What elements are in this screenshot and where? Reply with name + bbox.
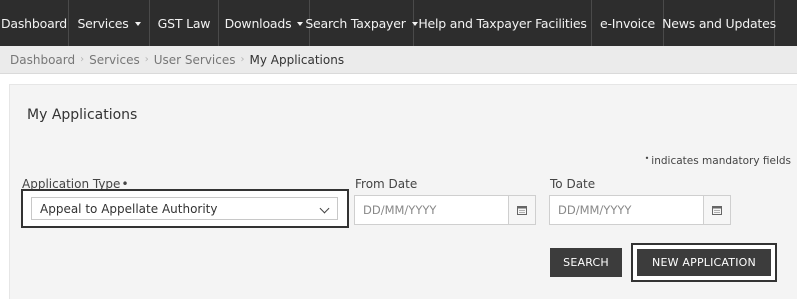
from-date-input[interactable]: DD/MM/YYYY <box>354 195 536 225</box>
breadcrumb-separator-icon: › <box>144 54 149 65</box>
nav-news[interactable]: News and Updates <box>662 0 776 46</box>
nav-dashboard[interactable]: Dashboard <box>0 0 69 46</box>
from-date-placeholder: DD/MM/YYYY <box>363 203 437 217</box>
nav-gst-law-label: GST Law <box>157 15 211 31</box>
mandatory-marker: • <box>644 154 650 163</box>
nav-services[interactable]: Services <box>69 0 150 46</box>
breadcrumb-services[interactable]: Services <box>89 53 140 67</box>
my-applications-panel: My Applications • indicates mandatory fie… <box>9 84 797 299</box>
calendar-icon <box>517 206 527 215</box>
breadcrumb-separator-icon: › <box>80 54 85 65</box>
new-application-highlight: NEW APPLICATION <box>631 243 777 282</box>
nav-gst-law[interactable]: GST Law <box>150 0 219 46</box>
page-title: My Applications <box>27 107 138 123</box>
calendar-icon <box>712 206 722 215</box>
breadcrumb-dashboard[interactable]: Dashboard <box>10 53 75 67</box>
caret-down-icon <box>134 21 141 26</box>
to-date-calendar-button[interactable] <box>703 196 730 224</box>
top-navigation: Dashboard Services GST Law Downloads Sea… <box>0 0 797 46</box>
search-button[interactable]: SEARCH <box>550 248 622 277</box>
application-type-select[interactable]: Appeal to Appellate Authority <box>31 197 338 220</box>
caret-down-icon <box>297 21 304 26</box>
nav-services-label: Services <box>77 15 129 31</box>
nav-downloads[interactable]: Downloads <box>219 0 310 46</box>
application-type-highlight: Appeal to Appellate Authority <box>21 189 349 228</box>
chevron-down-icon <box>319 203 330 214</box>
nav-help[interactable]: Help and Taxpayer Facilities <box>414 0 592 46</box>
mandatory-note-text: indicates mandatory fields <box>651 155 791 167</box>
nav-einvoice-label: e-Invoice <box>599 15 656 31</box>
application-type-value: Appeal to Appellate Authority <box>40 201 218 216</box>
nav-search-taxpayer[interactable]: Search Taxpayer <box>305 0 418 46</box>
nav-einvoice[interactable]: e-Invoice <box>592 0 664 46</box>
breadcrumb-user-services[interactable]: User Services <box>154 53 236 67</box>
nav-search-taxpayer-label: Search Taxpayer <box>305 15 406 31</box>
breadcrumb-separator-icon: › <box>240 54 245 65</box>
to-date-input[interactable]: DD/MM/YYYY <box>549 195 731 225</box>
to-date-label: To Date <box>550 177 596 191</box>
nav-downloads-label: Downloads <box>224 15 292 31</box>
nav-dashboard-label: Dashboard <box>0 15 68 31</box>
nav-help-label: Help and Taxpayer Facilities <box>418 15 587 31</box>
from-date-label: From Date <box>355 177 418 191</box>
from-date-calendar-button[interactable] <box>508 196 535 224</box>
new-application-button[interactable]: NEW APPLICATION <box>637 249 771 276</box>
to-date-placeholder: DD/MM/YYYY <box>558 203 632 217</box>
breadcrumb-current: My Applications <box>249 52 345 67</box>
nav-news-label: News and Updates <box>662 15 776 31</box>
breadcrumb: Dashboard › Services › User Services › M… <box>0 46 797 74</box>
mandatory-note: • indicates mandatory fields <box>645 154 791 167</box>
